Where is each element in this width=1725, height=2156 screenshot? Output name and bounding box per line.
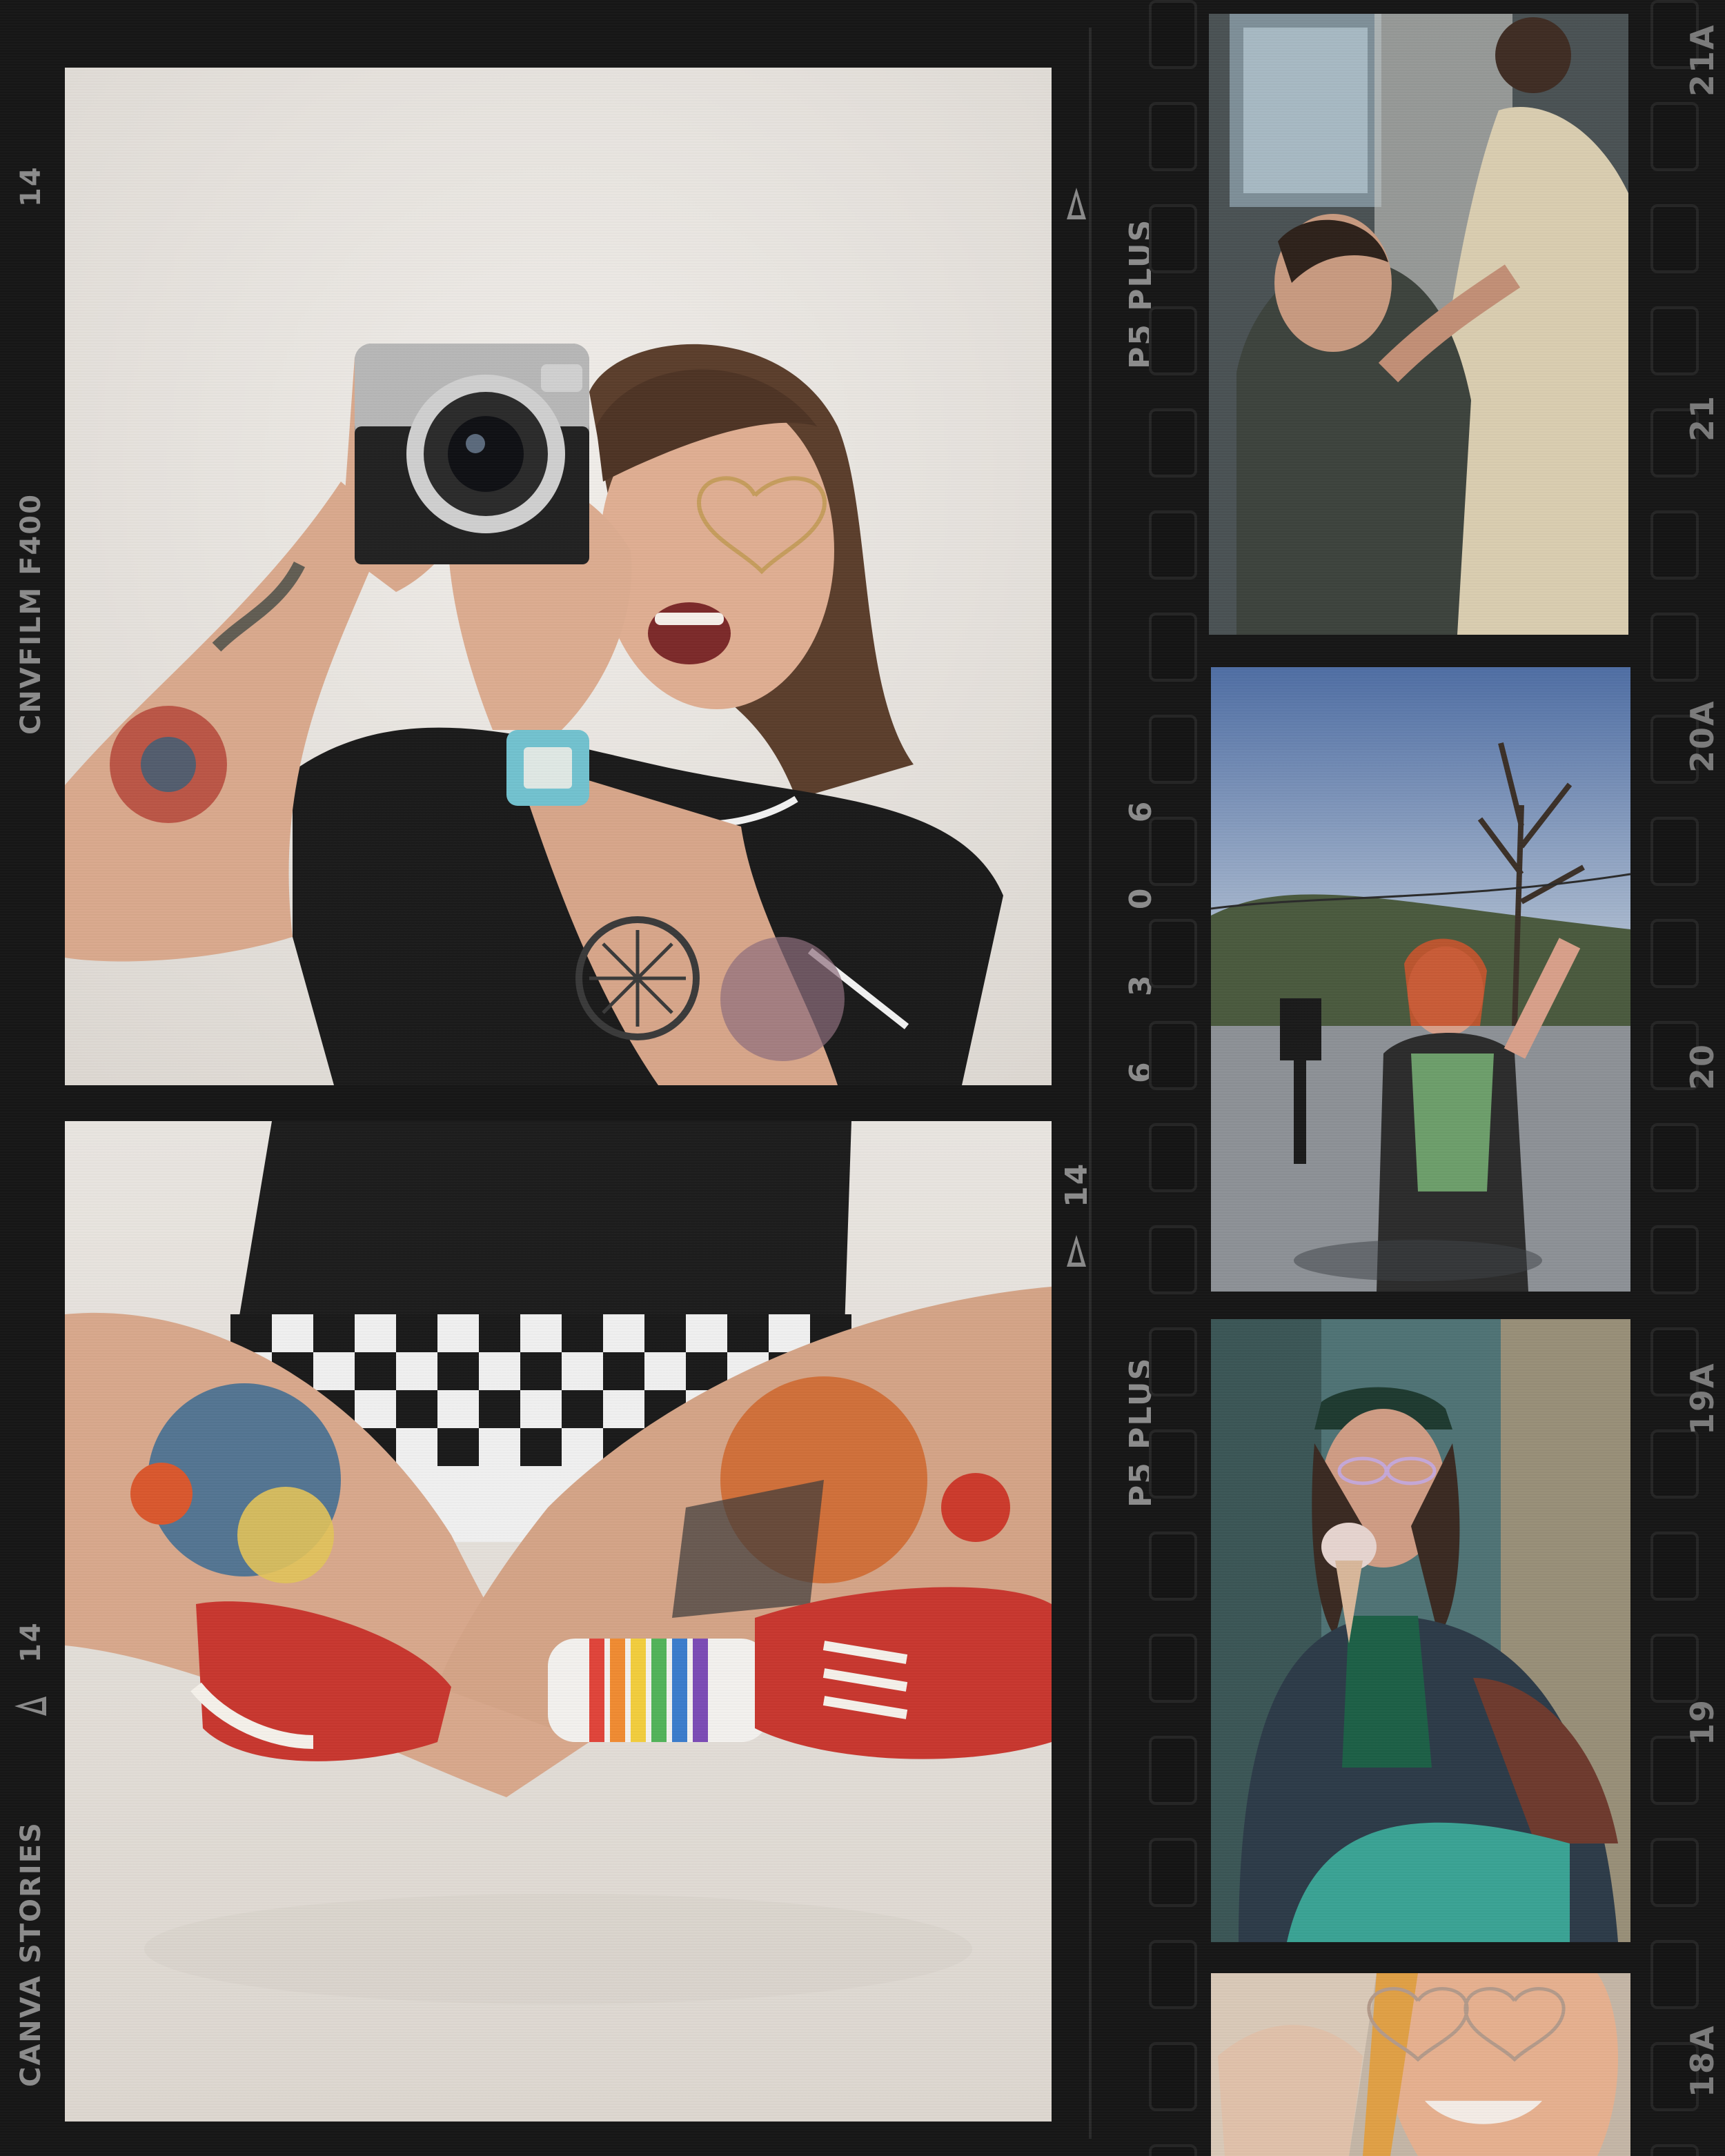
photo-ice-cream-portrait bbox=[1211, 1319, 1630, 1942]
left-frame-arrow-icon bbox=[14, 1697, 46, 1716]
left-frame-number: 14 bbox=[15, 166, 47, 207]
left-frame-number-2: 14 bbox=[15, 1621, 47, 1663]
right-frame-18a: 18A bbox=[1684, 2024, 1721, 2097]
photo-heart-glasses-smile bbox=[1211, 1973, 1630, 2156]
photo-wedding-dress-fitting bbox=[1209, 14, 1628, 635]
right-frame-21: 21 bbox=[1684, 394, 1721, 442]
left-credit-text: CANVA STORIES bbox=[15, 1821, 47, 2087]
right-frame-19: 19 bbox=[1684, 1698, 1721, 1745]
right-frame-19a: 19A bbox=[1684, 1362, 1721, 1435]
right-frame-20: 20 bbox=[1684, 1042, 1721, 1090]
photo-photographer-with-camera bbox=[65, 68, 1052, 1085]
right-frame-20a: 20A bbox=[1684, 700, 1721, 773]
photo-crossed-legs-rainbow-socks bbox=[65, 1121, 1052, 2122]
strip-divider bbox=[1089, 28, 1092, 2139]
photo-gimbal-outdoor-cheer bbox=[1211, 667, 1630, 1292]
sprocket-holes-left bbox=[1149, 0, 1197, 2156]
filmstrip-collage: 14 CNVFILM F400 14 CANVA STORIES P5 PLUS… bbox=[0, 0, 1725, 2156]
right-frame-21a: 21A bbox=[1684, 23, 1721, 97]
left-film-brand: CNVFILM F400 bbox=[15, 493, 47, 735]
mid-frame-arrow-icon-bottom bbox=[1067, 1235, 1086, 1267]
mid-frame-arrow-icon-top bbox=[1067, 188, 1086, 219]
